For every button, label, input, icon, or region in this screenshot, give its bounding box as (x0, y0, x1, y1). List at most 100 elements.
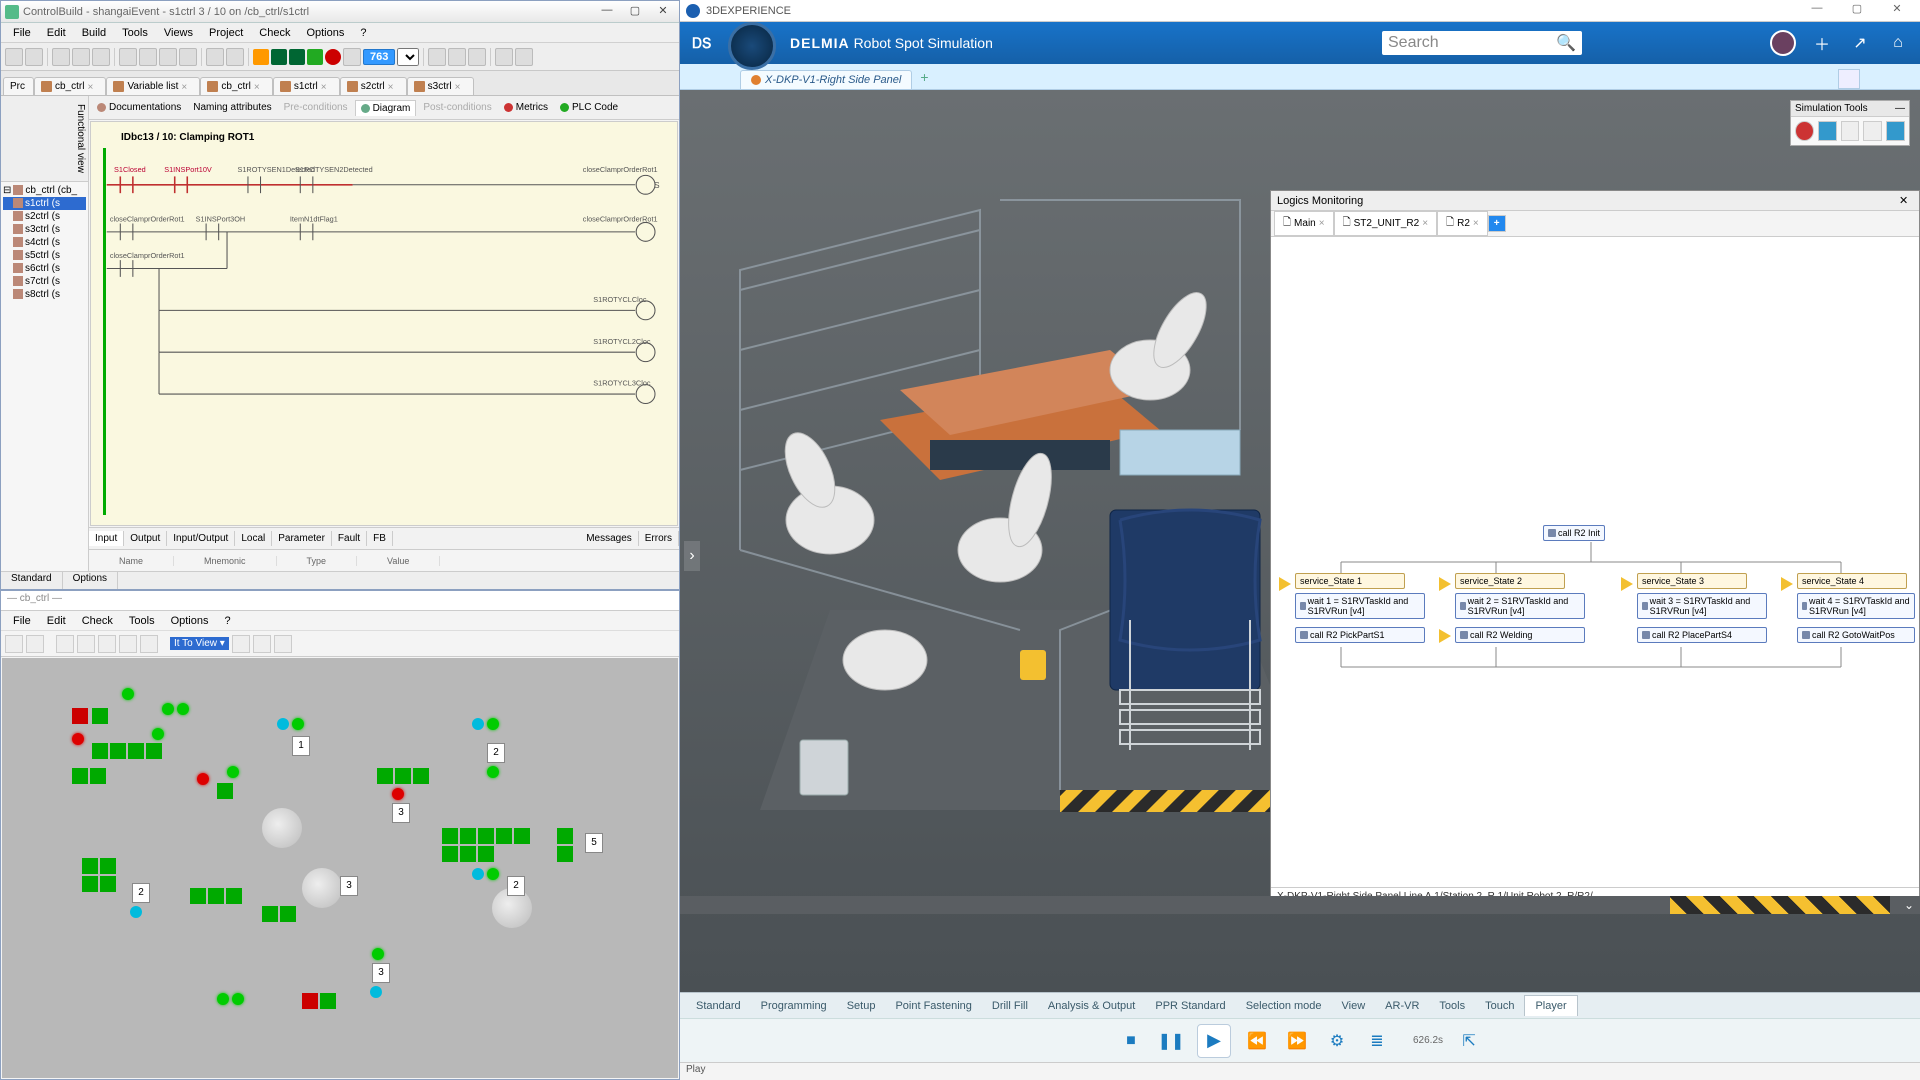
subtab-diagram[interactable]: Diagram (355, 100, 417, 116)
maximize-button[interactable]: ▢ (1840, 2, 1874, 20)
tool-icon[interactable] (92, 48, 110, 66)
share-icon[interactable]: ↗ (1848, 31, 1872, 55)
new-tab-button[interactable]: + (912, 65, 936, 89)
forward-button[interactable]: ⏩ (1283, 1027, 1311, 1055)
iotab-errors[interactable]: Errors (639, 531, 679, 546)
close-icon[interactable]: × (254, 82, 264, 92)
minimize-button[interactable]: — (1800, 2, 1834, 20)
ribbon-drillfill[interactable]: Drill Fill (982, 996, 1038, 1016)
menu-file[interactable]: File (7, 26, 37, 40)
tool-icon[interactable] (495, 48, 513, 66)
tree-node[interactable]: s4ctrl (s (3, 236, 86, 249)
subtab-preconditions[interactable]: Pre-conditions (279, 100, 353, 115)
ribbon-selection[interactable]: Selection mode (1236, 996, 1332, 1016)
iotab-input[interactable]: Input (89, 531, 124, 546)
menu-tools[interactable]: Tools (116, 26, 154, 40)
close-icon[interactable]: × (388, 82, 398, 92)
avatar[interactable] (1770, 30, 1796, 56)
zoom-out-icon[interactable] (253, 635, 271, 653)
ribbon-touch[interactable]: Touch (1475, 996, 1524, 1016)
close-icon[interactable]: × (1319, 218, 1325, 229)
tool-icon[interactable] (52, 48, 70, 66)
compass-icon[interactable] (728, 22, 776, 70)
tool-icon[interactable] (159, 48, 177, 66)
subtab-metrics[interactable]: Metrics (499, 100, 553, 115)
simtool-icon[interactable] (1818, 121, 1837, 141)
tree-node[interactable]: s5ctrl (s (3, 249, 86, 262)
cb-titlebar[interactable]: ControlBuild - shangaiEvent - s1ctrl 3 /… (1, 1, 679, 23)
zoom-in-icon[interactable] (274, 635, 292, 653)
iotab-local[interactable]: Local (235, 531, 272, 546)
ribbon-player[interactable]: Player (1524, 995, 1577, 1016)
simulation-tools-panel[interactable]: Simulation Tools— (1790, 100, 1910, 146)
bottom-tab-options[interactable]: Options (63, 572, 118, 589)
chevron-down-icon[interactable]: ⌄ (1904, 898, 1914, 912)
bottom-tab-standard[interactable]: Standard (1, 572, 63, 589)
close-icon[interactable]: × (455, 82, 465, 92)
iotab-fb[interactable]: FB (367, 531, 393, 546)
functional-view-tab[interactable]: Functional view (1, 96, 88, 182)
menu-edit[interactable]: Edit (41, 614, 72, 628)
logic-wait-block[interactable]: wait 2 = S1RVTaskId and S1RVRun [v4] (1455, 593, 1585, 619)
tool-icon[interactable] (5, 635, 23, 653)
simtool-icon[interactable] (1863, 121, 1882, 141)
dx-titlebar[interactable]: 3DEXPERIENCE — ▢ ✕ (680, 0, 1920, 22)
close-button[interactable]: ✕ (1880, 2, 1914, 20)
close-icon[interactable]: ✕ (1899, 194, 1913, 208)
doc-tab-s1ctrl[interactable]: s1ctrl× (273, 77, 340, 95)
tool-icon[interactable] (5, 48, 23, 66)
tool-icon[interactable] (77, 635, 95, 653)
simtool-icon[interactable] (1886, 121, 1905, 141)
menu-build[interactable]: Build (76, 26, 112, 40)
tree-node[interactable]: s6ctrl (s (3, 262, 86, 275)
menu-tools[interactable]: Tools (123, 614, 161, 628)
expand-tab-button[interactable] (1838, 69, 1860, 89)
menu-help[interactable]: ? (354, 26, 372, 40)
doc-tab-s3ctrl[interactable]: s3ctrl× (407, 77, 474, 95)
menu-edit[interactable]: Edit (41, 26, 72, 40)
subtab-naming[interactable]: Naming attributes (188, 100, 276, 115)
tool-icon[interactable] (515, 48, 533, 66)
logic-wait-block[interactable]: wait 3 = S1RVTaskId and S1RVRun [v4] (1637, 593, 1767, 619)
hmi-canvas[interactable]: 1 2 3 2 3 2 5 3 (2, 658, 678, 1078)
tree-node[interactable]: s7ctrl (s (3, 275, 86, 288)
doc-tab-s2ctrl[interactable]: s2ctrl× (340, 77, 407, 95)
cb-tree[interactable]: ⊟cb_ctrl (cb_ s1ctrl (s s2ctrl (s s3ctrl… (1, 182, 88, 571)
tool-icon[interactable] (226, 48, 244, 66)
ribbon-setup[interactable]: Setup (837, 996, 886, 1016)
logic-state-header[interactable]: service_State 2 (1455, 573, 1565, 589)
logics-canvas[interactable]: call R2 Init service_State 1 wait 1 = S1… (1271, 237, 1919, 887)
subtab-postconditions[interactable]: Post-conditions (418, 100, 496, 115)
search-icon[interactable]: 🔍 (1556, 33, 1576, 53)
logic-call-block[interactable]: call R2 GotoWaitPos (1797, 627, 1915, 643)
close-icon[interactable]: × (1422, 218, 1428, 229)
subtab-documentations[interactable]: Documentations (92, 100, 186, 115)
zoom-out-icon[interactable] (448, 48, 466, 66)
record-icon[interactable] (325, 49, 341, 65)
tool-icon[interactable] (56, 635, 74, 653)
tool-icon[interactable] (72, 48, 90, 66)
zoom-fit-icon[interactable] (428, 48, 446, 66)
menu-check[interactable]: Check (253, 26, 296, 40)
speed-select[interactable] (397, 48, 419, 66)
tool-icon[interactable] (206, 48, 224, 66)
logics-tab-r2[interactable]: 🗋R2× (1437, 211, 1488, 236)
ribbon-arvr[interactable]: AR-VR (1375, 996, 1429, 1016)
tool-icon[interactable] (25, 48, 43, 66)
record-icon[interactable] (1795, 121, 1814, 141)
settings-icon[interactable]: ⚙ (1323, 1027, 1351, 1055)
ribbon-standard[interactable]: Standard (686, 996, 751, 1016)
menu-check[interactable]: Check (76, 614, 119, 628)
tool-icon[interactable] (26, 635, 44, 653)
logics-tab-st2[interactable]: 🗋ST2_UNIT_R2× (1334, 211, 1437, 236)
close-icon[interactable]: × (87, 82, 97, 92)
menu-options[interactable]: Options (300, 26, 350, 40)
tree-node-root[interactable]: ⊟cb_ctrl (cb_ (3, 184, 86, 197)
list-icon[interactable]: ≣ (1363, 1027, 1391, 1055)
iotab-inout[interactable]: Input/Output (167, 531, 235, 546)
add-icon[interactable]: ＋ (1810, 31, 1834, 55)
export-icon[interactable]: ⇱ (1455, 1027, 1483, 1055)
simtool-icon[interactable] (1841, 121, 1860, 141)
logic-wait-block[interactable]: wait 4 = S1RVTaskId and S1RVRun [v4] (1797, 593, 1915, 619)
close-icon[interactable]: × (181, 82, 191, 92)
